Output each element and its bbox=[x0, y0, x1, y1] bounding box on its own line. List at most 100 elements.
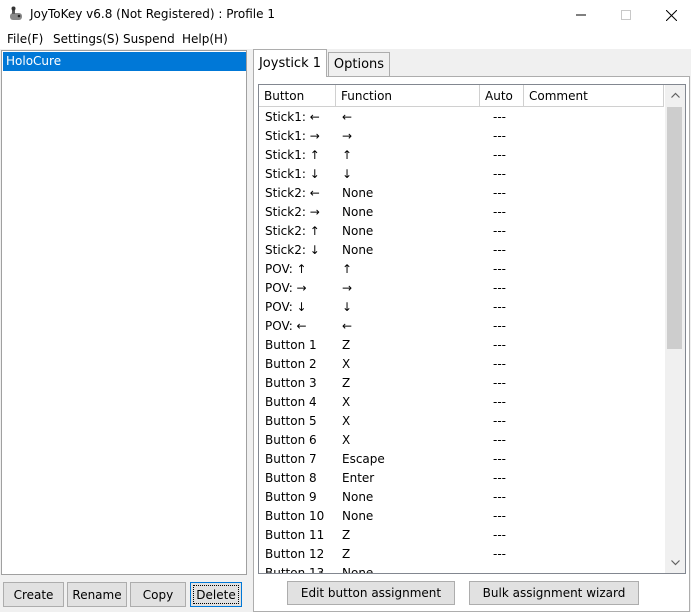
row-button-cell: Button 3 bbox=[265, 376, 317, 390]
chevron-down-icon bbox=[670, 560, 680, 566]
focus-ring bbox=[193, 585, 239, 604]
row-function-cell: Enter bbox=[342, 471, 375, 485]
table-row[interactable]: Button 7 Escape --- bbox=[259, 450, 665, 469]
table-row[interactable]: Button 10 None --- bbox=[259, 507, 665, 526]
profile-list[interactable]: HoloCure bbox=[1, 50, 247, 575]
table-row[interactable]: Button 6 X --- bbox=[259, 431, 665, 450]
row-auto-cell: --- bbox=[493, 129, 506, 143]
list-body: Stick1: ← ← --- Stick1: → → --- Stick1: ↑ ↑ --- S… bbox=[259, 107, 665, 573]
row-auto-cell: --- bbox=[493, 110, 506, 124]
table-row[interactable]: Stick1: ↑ ↑ --- bbox=[259, 146, 665, 165]
row-button-cell: Button 11 bbox=[265, 528, 325, 542]
row-button-cell: Stick2: ↓ bbox=[265, 243, 320, 257]
minimize-icon bbox=[576, 14, 586, 16]
row-function-cell: None bbox=[342, 566, 374, 573]
copy-button[interactable]: Copy bbox=[130, 582, 186, 607]
maximize-icon bbox=[621, 10, 631, 20]
row-auto-cell: --- bbox=[493, 376, 506, 390]
row-auto-cell: --- bbox=[493, 433, 506, 447]
row-button-cell: Stick2: → bbox=[265, 205, 320, 219]
vertical-scrollbar[interactable] bbox=[665, 85, 685, 573]
column-header-function[interactable]: Function bbox=[336, 85, 480, 107]
menu-file[interactable]: File(F) bbox=[7, 32, 43, 46]
table-row[interactable]: Button 9 None --- bbox=[259, 488, 665, 507]
maximize-button[interactable] bbox=[603, 0, 649, 30]
row-button-cell: POV: ↑ bbox=[265, 262, 307, 276]
table-row[interactable]: Stick1: ↓ ↓ --- bbox=[259, 165, 665, 184]
table-row[interactable]: POV: → → --- bbox=[259, 279, 665, 298]
row-auto-cell: --- bbox=[493, 566, 506, 573]
row-function-cell: None bbox=[342, 186, 374, 200]
table-row[interactable]: POV: ↑ ↑ --- bbox=[259, 260, 665, 279]
row-function-cell: X bbox=[342, 395, 351, 409]
button-assignment-list[interactable]: Button Function Auto Comment Stick1: ← ← -… bbox=[258, 84, 686, 574]
table-row[interactable]: Button 4 X --- bbox=[259, 393, 665, 412]
bulk-assignment-wizard-button[interactable]: Bulk assignment wizard bbox=[469, 581, 639, 605]
row-button-cell: Button 7 bbox=[265, 452, 317, 466]
row-auto-cell: --- bbox=[493, 528, 506, 542]
table-row[interactable]: POV: ↓ ↓ --- bbox=[259, 298, 665, 317]
scroll-thumb[interactable] bbox=[667, 107, 682, 349]
row-function-cell: ↓ bbox=[342, 300, 353, 314]
row-auto-cell: --- bbox=[493, 167, 506, 181]
column-header-comment[interactable]: Comment bbox=[524, 85, 664, 107]
row-auto-cell: --- bbox=[493, 452, 506, 466]
column-header-button[interactable]: Button bbox=[259, 85, 336, 107]
table-row[interactable]: Stick1: → → --- bbox=[259, 127, 665, 146]
list-header: Button Function Auto Comment bbox=[259, 85, 664, 107]
table-row[interactable]: Button 12 Z --- bbox=[259, 545, 665, 564]
row-function-cell: → bbox=[342, 281, 353, 295]
row-auto-cell: --- bbox=[493, 395, 506, 409]
close-icon bbox=[665, 9, 677, 21]
table-row[interactable]: Button 8 Enter --- bbox=[259, 469, 665, 488]
row-auto-cell: --- bbox=[493, 148, 506, 162]
tab-options[interactable]: Options bbox=[328, 52, 390, 76]
row-function-cell: Z bbox=[342, 528, 351, 542]
delete-button[interactable]: Delete bbox=[190, 582, 242, 607]
rename-button[interactable]: Rename bbox=[67, 582, 127, 607]
row-button-cell: POV: ← bbox=[265, 319, 307, 333]
menu-help[interactable]: Help(H) bbox=[182, 32, 228, 46]
menu-settings[interactable]: Settings(S) bbox=[53, 32, 119, 46]
row-function-cell: None bbox=[342, 490, 374, 504]
table-row[interactable]: Button 2 X --- bbox=[259, 355, 665, 374]
row-function-cell: ↑ bbox=[342, 262, 353, 276]
close-button[interactable] bbox=[648, 0, 691, 30]
tab-joystick-1-label: Joystick 1 bbox=[258, 56, 322, 71]
row-button-cell: Stick1: ↓ bbox=[265, 167, 320, 181]
minimize-button[interactable] bbox=[558, 0, 604, 30]
table-row[interactable]: Button 5 X --- bbox=[259, 412, 665, 431]
table-row[interactable]: Button 1 Z --- bbox=[259, 336, 665, 355]
table-row[interactable]: Stick2: ↓ None --- bbox=[259, 241, 665, 260]
row-button-cell: Button 5 bbox=[265, 414, 317, 428]
row-auto-cell: --- bbox=[493, 509, 506, 523]
row-button-cell: Button 8 bbox=[265, 471, 317, 485]
table-row[interactable]: Button 13 None --- bbox=[259, 564, 665, 573]
table-row[interactable]: Button 3 Z --- bbox=[259, 374, 665, 393]
row-button-cell: Button 2 bbox=[265, 357, 317, 371]
scroll-down-button[interactable] bbox=[665, 553, 685, 573]
column-header-auto[interactable]: Auto bbox=[480, 85, 524, 107]
menu-suspend[interactable]: Suspend bbox=[123, 32, 175, 46]
table-row[interactable]: Stick2: ← None --- bbox=[259, 184, 665, 203]
tab-joystick-1[interactable]: Joystick 1 bbox=[253, 49, 327, 77]
scroll-up-button[interactable] bbox=[665, 85, 685, 105]
bulk-assignment-wizard-label: Bulk assignment wizard bbox=[482, 586, 626, 600]
table-row[interactable]: POV: ← ← --- bbox=[259, 317, 665, 336]
create-button[interactable]: Create bbox=[3, 582, 64, 607]
panel-splitter[interactable] bbox=[249, 50, 252, 612]
table-row[interactable]: Stick1: ← ← --- bbox=[259, 108, 665, 127]
table-row[interactable]: Stick2: → None --- bbox=[259, 203, 665, 222]
edit-button-assignment-label: Edit button assignment bbox=[300, 586, 442, 600]
row-auto-cell: --- bbox=[493, 205, 506, 219]
row-button-cell: Button 9 bbox=[265, 490, 317, 504]
window-title: JoyToKey v6.8 (Not Registered) : Profile… bbox=[30, 7, 275, 21]
profile-item-holocure[interactable]: HoloCure bbox=[3, 52, 246, 71]
row-auto-cell: --- bbox=[493, 490, 506, 504]
table-row[interactable]: Stick2: ↑ None --- bbox=[259, 222, 665, 241]
table-row[interactable]: Button 11 Z --- bbox=[259, 526, 665, 545]
row-function-cell: None bbox=[342, 243, 374, 257]
row-button-cell: Stick2: ↑ bbox=[265, 224, 320, 238]
edit-button-assignment-button[interactable]: Edit button assignment bbox=[287, 581, 455, 605]
row-function-cell: X bbox=[342, 433, 351, 447]
